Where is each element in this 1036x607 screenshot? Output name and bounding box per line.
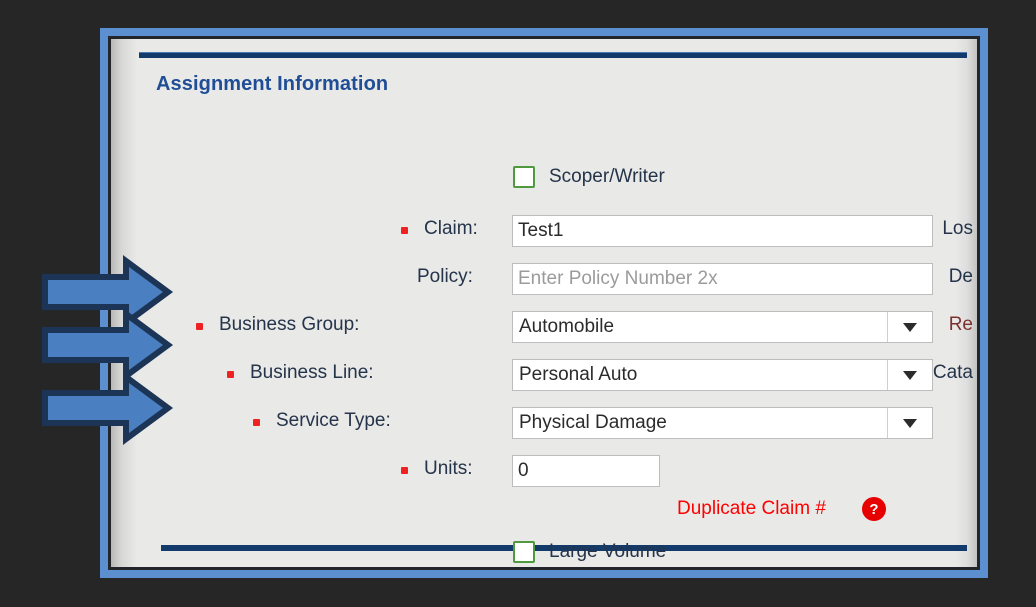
units-label: Units: [424,458,473,479]
chevron-down-icon [903,418,917,428]
required-marker-service-type [253,419,260,426]
duplicate-claim-text: Duplicate Claim # [677,498,826,519]
service-type-dropdown-button[interactable] [887,408,932,438]
service-type-label: Service Type: [276,410,391,431]
chevron-down-icon [903,370,917,380]
required-marker-business-line [227,371,234,378]
large-volume-checkbox-row[interactable]: Large Volume [513,541,666,563]
required-marker-business-group [196,323,203,330]
business-group-label: Business Group: [219,314,360,335]
claim-input[interactable] [512,215,933,247]
application-window: Assignment Information Scoper/Writer Cla… [100,28,988,578]
policy-input[interactable] [512,263,933,295]
scoper-writer-checkbox-row[interactable]: Scoper/Writer [513,166,665,188]
window-inner-border: Assignment Information Scoper/Writer Cla… [108,36,980,570]
scoper-writer-label: Scoper/Writer [549,166,665,187]
page-title: Assignment Information [156,73,389,95]
business-line-dropdown-button[interactable] [887,360,932,390]
service-type-select[interactable]: Physical Damage [512,407,933,439]
claim-label: Claim: [424,218,478,239]
row-service-type: Service Type: Physical Damage [111,407,977,441]
duplicate-claim-warning: Duplicate Claim # ? [677,497,886,521]
right-label-re: Re [948,314,973,335]
right-label-deductible: De [948,266,973,287]
units-input[interactable] [512,455,660,487]
scoper-writer-checkbox[interactable] [513,166,535,188]
row-business-line: Business Line: Personal Auto [111,359,977,393]
business-line-label: Business Line: [250,362,374,383]
question-mark-icon[interactable]: ? [861,497,886,521]
business-group-dropdown-button[interactable] [887,312,932,342]
required-marker-units [401,467,408,474]
right-label-catastrophe: Cata [932,362,973,383]
business-group-value: Automobile [519,316,615,337]
business-group-select[interactable]: Automobile [512,311,933,343]
chevron-down-icon [903,322,917,332]
required-marker-claim [401,227,408,234]
business-line-value: Personal Auto [519,364,638,385]
right-label-loss: Los [942,218,973,239]
assignment-information-form: Assignment Information Scoper/Writer Cla… [111,39,977,567]
service-type-value: Physical Damage [519,412,667,433]
policy-label: Policy: [417,266,473,287]
large-volume-checkbox[interactable] [513,541,535,563]
row-units: Units: [111,455,977,489]
row-business-group: Business Group: Automobile [111,311,977,345]
row-policy: Policy: [111,263,977,297]
header-rule-top [139,52,967,58]
large-volume-label: Large Volume [549,541,667,562]
business-line-select[interactable]: Personal Auto [512,359,933,391]
row-claim: Claim: [111,215,977,249]
